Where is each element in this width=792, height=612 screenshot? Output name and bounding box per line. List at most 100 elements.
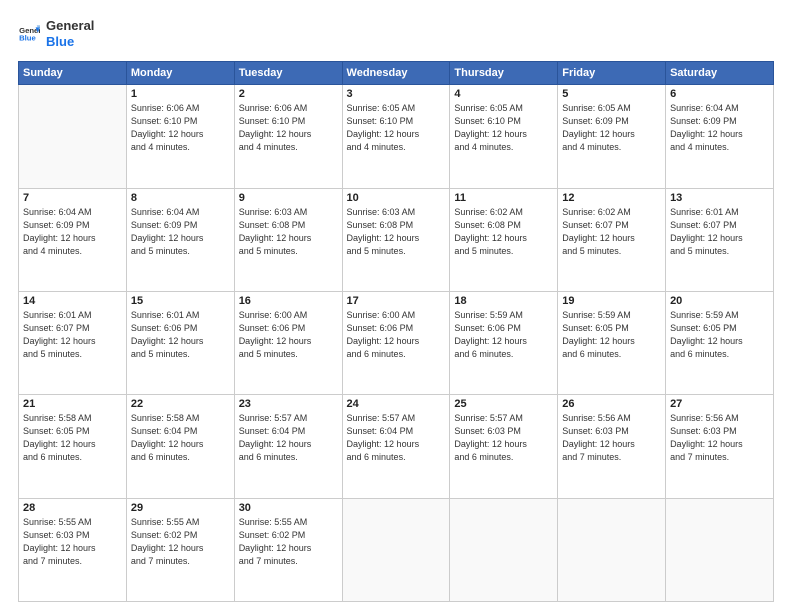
week-row-3: 14 Sunrise: 6:01 AM Sunset: 6:07 PM Dayli… <box>19 291 774 394</box>
weekday-header-monday: Monday <box>126 62 234 85</box>
calendar-cell: 22 Sunrise: 5:58 AM Sunset: 6:04 PM Dayli… <box>126 395 234 498</box>
weekday-header-tuesday: Tuesday <box>234 62 342 85</box>
day-info: Sunrise: 6:03 AM Sunset: 6:08 PM Dayligh… <box>347 206 446 258</box>
weekday-header-saturday: Saturday <box>666 62 774 85</box>
calendar-cell: 17 Sunrise: 6:00 AM Sunset: 6:06 PM Dayli… <box>342 291 450 394</box>
day-number: 18 <box>454 295 553 307</box>
day-number: 1 <box>131 88 230 100</box>
calendar-cell: 26 Sunrise: 5:56 AM Sunset: 6:03 PM Dayli… <box>558 395 666 498</box>
calendar-cell: 11 Sunrise: 6:02 AM Sunset: 6:08 PM Dayli… <box>450 188 558 291</box>
calendar-cell: 12 Sunrise: 6:02 AM Sunset: 6:07 PM Dayli… <box>558 188 666 291</box>
svg-text:Blue: Blue <box>19 33 36 42</box>
day-number: 16 <box>239 295 338 307</box>
day-info: Sunrise: 6:05 AM Sunset: 6:10 PM Dayligh… <box>454 102 553 154</box>
day-number: 14 <box>23 295 122 307</box>
logo-general: General <box>46 18 94 34</box>
day-number: 26 <box>562 398 661 410</box>
day-info: Sunrise: 6:02 AM Sunset: 6:07 PM Dayligh… <box>562 206 661 258</box>
day-info: Sunrise: 6:02 AM Sunset: 6:08 PM Dayligh… <box>454 206 553 258</box>
day-info: Sunrise: 6:06 AM Sunset: 6:10 PM Dayligh… <box>131 102 230 154</box>
calendar-cell: 1 Sunrise: 6:06 AM Sunset: 6:10 PM Daylig… <box>126 85 234 188</box>
day-info: Sunrise: 5:59 AM Sunset: 6:06 PM Dayligh… <box>454 309 553 361</box>
calendar-cell: 21 Sunrise: 5:58 AM Sunset: 6:05 PM Dayli… <box>19 395 127 498</box>
day-info: Sunrise: 5:57 AM Sunset: 6:04 PM Dayligh… <box>347 412 446 464</box>
day-info: Sunrise: 6:05 AM Sunset: 6:09 PM Dayligh… <box>562 102 661 154</box>
day-number: 22 <box>131 398 230 410</box>
week-row-5: 28 Sunrise: 5:55 AM Sunset: 6:03 PM Dayli… <box>19 498 774 601</box>
calendar-cell <box>342 498 450 601</box>
day-info: Sunrise: 5:56 AM Sunset: 6:03 PM Dayligh… <box>562 412 661 464</box>
calendar-cell: 18 Sunrise: 5:59 AM Sunset: 6:06 PM Dayli… <box>450 291 558 394</box>
calendar-cell: 25Sunrise: 5:57 AM Sunset: 6:03 PM Dayli… <box>450 395 558 498</box>
day-number: 7 <box>23 192 122 204</box>
day-info: Sunrise: 5:56 AM Sunset: 6:03 PM Dayligh… <box>670 412 769 464</box>
calendar-cell: 7 Sunrise: 6:04 AM Sunset: 6:09 PM Daylig… <box>19 188 127 291</box>
day-info: Sunrise: 5:55 AM Sunset: 6:02 PM Dayligh… <box>239 516 338 568</box>
calendar-cell: 13 Sunrise: 6:01 AM Sunset: 6:07 PM Dayli… <box>666 188 774 291</box>
calendar-cell: 20 Sunrise: 5:59 AM Sunset: 6:05 PM Dayli… <box>666 291 774 394</box>
calendar-cell: 24 Sunrise: 5:57 AM Sunset: 6:04 PM Dayli… <box>342 395 450 498</box>
calendar-cell: 27 Sunrise: 5:56 AM Sunset: 6:03 PM Dayli… <box>666 395 774 498</box>
calendar-cell: 2Sunrise: 6:06 AM Sunset: 6:10 PM Daylig… <box>234 85 342 188</box>
calendar-cell: 23Sunrise: 5:57 AM Sunset: 6:04 PM Dayli… <box>234 395 342 498</box>
logo-icon: General Blue <box>18 23 40 45</box>
day-number: 29 <box>131 502 230 514</box>
day-number: 27 <box>670 398 769 410</box>
calendar-cell: 8Sunrise: 6:04 AM Sunset: 6:09 PM Daylig… <box>126 188 234 291</box>
day-number: 6 <box>670 88 769 100</box>
day-info: Sunrise: 6:04 AM Sunset: 6:09 PM Dayligh… <box>670 102 769 154</box>
day-number: 11 <box>454 192 553 204</box>
calendar-cell: 30 Sunrise: 5:55 AM Sunset: 6:02 PM Dayli… <box>234 498 342 601</box>
day-number: 17 <box>347 295 446 307</box>
calendar-cell: 14 Sunrise: 6:01 AM Sunset: 6:07 PM Dayli… <box>19 291 127 394</box>
day-number: 25 <box>454 398 553 410</box>
calendar-cell: 29Sunrise: 5:55 AM Sunset: 6:02 PM Dayli… <box>126 498 234 601</box>
day-number: 4 <box>454 88 553 100</box>
day-number: 21 <box>23 398 122 410</box>
day-info: Sunrise: 6:04 AM Sunset: 6:09 PM Dayligh… <box>23 206 122 258</box>
day-info: Sunrise: 5:59 AM Sunset: 6:05 PM Dayligh… <box>562 309 661 361</box>
day-info: Sunrise: 5:58 AM Sunset: 6:04 PM Dayligh… <box>131 412 230 464</box>
week-row-2: 7 Sunrise: 6:04 AM Sunset: 6:09 PM Daylig… <box>19 188 774 291</box>
calendar-cell: 15 Sunrise: 6:01 AM Sunset: 6:06 PM Dayli… <box>126 291 234 394</box>
day-number: 24 <box>347 398 446 410</box>
weekday-header-thursday: Thursday <box>450 62 558 85</box>
day-number: 9 <box>239 192 338 204</box>
day-info: Sunrise: 6:00 AM Sunset: 6:06 PM Dayligh… <box>347 309 446 361</box>
calendar-cell: 4 Sunrise: 6:05 AM Sunset: 6:10 PM Daylig… <box>450 85 558 188</box>
day-info: Sunrise: 6:00 AM Sunset: 6:06 PM Dayligh… <box>239 309 338 361</box>
day-number: 20 <box>670 295 769 307</box>
calendar-cell <box>19 85 127 188</box>
day-info: Sunrise: 6:01 AM Sunset: 6:06 PM Dayligh… <box>131 309 230 361</box>
day-info: Sunrise: 6:03 AM Sunset: 6:08 PM Dayligh… <box>239 206 338 258</box>
day-number: 30 <box>239 502 338 514</box>
day-number: 28 <box>23 502 122 514</box>
day-number: 3 <box>347 88 446 100</box>
day-number: 12 <box>562 192 661 204</box>
day-info: Sunrise: 6:01 AM Sunset: 6:07 PM Dayligh… <box>23 309 122 361</box>
day-number: 10 <box>347 192 446 204</box>
day-info: Sunrise: 6:06 AM Sunset: 6:10 PM Dayligh… <box>239 102 338 154</box>
day-number: 19 <box>562 295 661 307</box>
calendar-cell: 10 Sunrise: 6:03 AM Sunset: 6:08 PM Dayli… <box>342 188 450 291</box>
calendar-table: SundayMondayTuesdayWednesdayThursdayFrid… <box>18 61 774 602</box>
weekday-header-sunday: Sunday <box>19 62 127 85</box>
day-info: Sunrise: 6:01 AM Sunset: 6:07 PM Dayligh… <box>670 206 769 258</box>
day-info: Sunrise: 6:05 AM Sunset: 6:10 PM Dayligh… <box>347 102 446 154</box>
calendar-cell <box>666 498 774 601</box>
calendar-cell: 9 Sunrise: 6:03 AM Sunset: 6:08 PM Daylig… <box>234 188 342 291</box>
calendar-cell: 3 Sunrise: 6:05 AM Sunset: 6:10 PM Daylig… <box>342 85 450 188</box>
logo: General Blue General Blue <box>18 18 94 49</box>
day-info: Sunrise: 5:55 AM Sunset: 6:03 PM Dayligh… <box>23 516 122 568</box>
day-number: 23 <box>239 398 338 410</box>
day-number: 5 <box>562 88 661 100</box>
logo-blue: Blue <box>46 34 94 50</box>
weekday-row: SundayMondayTuesdayWednesdayThursdayFrid… <box>19 62 774 85</box>
week-row-4: 21 Sunrise: 5:58 AM Sunset: 6:05 PM Dayli… <box>19 395 774 498</box>
header: General Blue General Blue <box>18 18 774 49</box>
day-number: 15 <box>131 295 230 307</box>
day-info: Sunrise: 5:58 AM Sunset: 6:05 PM Dayligh… <box>23 412 122 464</box>
calendar-cell: 5 Sunrise: 6:05 AM Sunset: 6:09 PM Daylig… <box>558 85 666 188</box>
day-info: Sunrise: 5:59 AM Sunset: 6:05 PM Dayligh… <box>670 309 769 361</box>
day-number: 13 <box>670 192 769 204</box>
